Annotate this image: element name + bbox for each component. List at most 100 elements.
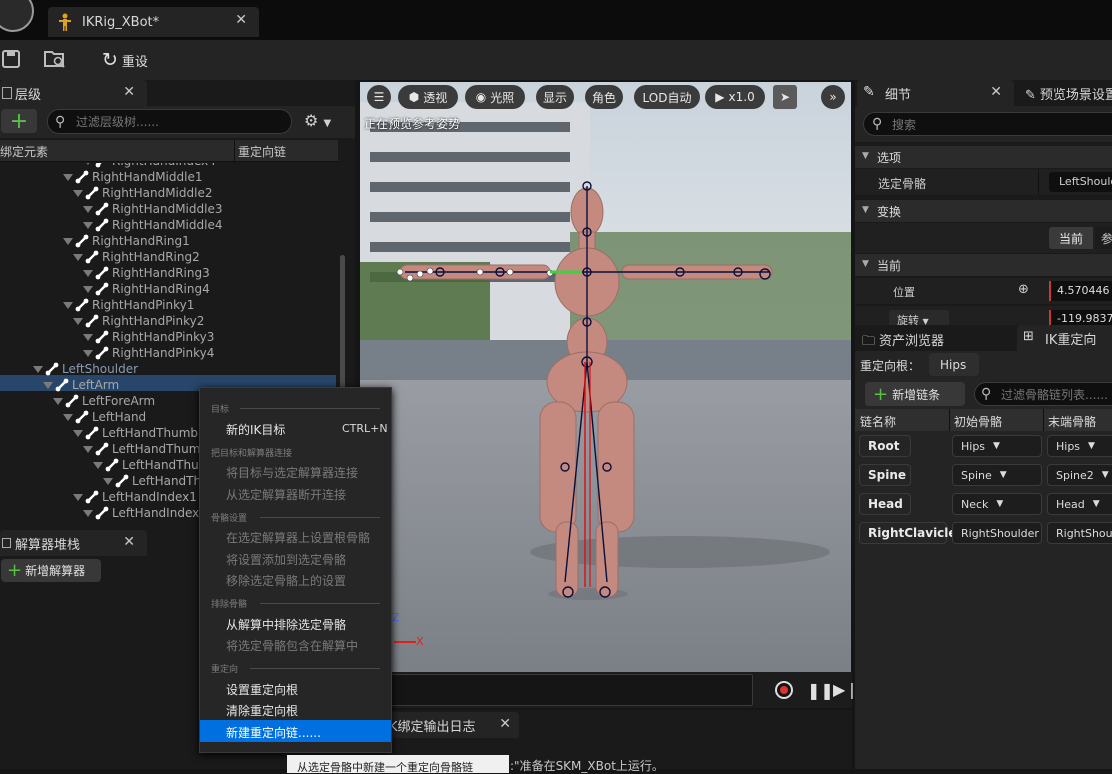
tree-row[interactable]: RightHandPinky3 (83, 329, 214, 345)
start-bone-dropdown[interactable]: Hips ▼ (952, 435, 1042, 457)
hierarchy-tab[interactable]: 层级 ✕ (0, 80, 147, 106)
add-solver-button[interactable]: + 新增解算器 (1, 559, 101, 582)
close-hierarchy-icon[interactable]: ✕ (123, 84, 135, 100)
current-section[interactable]: ▼ 当前 (855, 254, 1112, 276)
remove-settings-item[interactable]: 移除选定骨骼上的设置 (226, 572, 346, 589)
details-tab[interactable]: ✎ 细节 ✕ (857, 80, 1014, 106)
expand-arrow-icon[interactable] (83, 445, 93, 453)
set-root-bone-item[interactable]: 在选定解算器上设置根骨骼 (226, 529, 370, 546)
set-retarget-root-item[interactable]: 设置重定向根 (226, 681, 298, 698)
location-space-icon[interactable]: ⊕ (1018, 282, 1029, 297)
expand-arrow-icon[interactable] (43, 381, 53, 389)
viewport-expand-button[interactable]: » (821, 85, 845, 109)
options-section[interactable]: ▼ 选项 (855, 146, 1112, 168)
viewport-menu-button[interactable]: ☰ (367, 85, 391, 109)
unreal-logo-icon[interactable] (0, 0, 34, 32)
expand-arrow-icon[interactable] (73, 493, 83, 501)
perspective-button[interactable]: ⬢ 透视 (398, 85, 458, 109)
location-x-field[interactable]: 4.570446 (1049, 281, 1112, 301)
reference-mode-button[interactable]: 参考 (1095, 227, 1112, 249)
tree-row[interactable]: RightHandPinky1 (63, 297, 194, 313)
current-mode-button[interactable]: 当前 (1049, 227, 1093, 249)
start-bone-dropdown[interactable]: RightShoulder▼ (952, 522, 1042, 544)
tree-row[interactable]: LeftHandIndex2 (83, 505, 207, 521)
expand-arrow-icon[interactable] (83, 221, 93, 229)
tree-row[interactable]: RightHandRing1 (63, 233, 190, 249)
reset-button[interactable]: ↻ 重设 (102, 48, 148, 72)
chain-name-field[interactable]: RightClavicle (859, 522, 957, 544)
tree-row[interactable]: LeftForeArm (53, 393, 155, 409)
tree-row[interactable]: RightHandPinky4 (83, 345, 214, 361)
rotation-dropdown[interactable]: 旋转 ▼ (889, 310, 949, 325)
asset-tab[interactable]: IKRig_XBot* ✕ (48, 7, 259, 37)
expand-arrow-icon[interactable] (83, 349, 93, 357)
tree-row[interactable]: RightHandMiddle1 (63, 169, 202, 185)
hierarchy-search-input[interactable]: ⚲ 过滤层级树...... (47, 109, 292, 134)
expand-arrow-icon[interactable] (93, 461, 103, 469)
transform-section[interactable]: ▼ 变换 (855, 200, 1112, 222)
expand-arrow-icon[interactable] (63, 301, 73, 309)
expand-arrow-icon[interactable] (63, 173, 73, 181)
show-button[interactable]: 显示 (536, 85, 574, 109)
add-settings-item[interactable]: 将设置添加到选定骨骼 (226, 551, 346, 568)
chain-name-field[interactable]: Spine (859, 464, 911, 486)
new-ik-goal-item[interactable]: 新的IK目标 (226, 421, 285, 438)
chain-filter-input[interactable]: ⚲ 过滤骨骼链列表...... (974, 382, 1112, 406)
settings-gear-icon[interactable]: ⚙ ▼ (304, 111, 331, 130)
tree-row[interactable]: RightHandRing2 (73, 249, 200, 265)
expand-arrow-icon[interactable] (73, 189, 83, 197)
record-button[interactable] (775, 681, 793, 699)
browse-asset-icon[interactable] (44, 49, 66, 69)
end-bone-dropdown[interactable]: Head ▼ (1047, 493, 1112, 515)
tree-row[interactable]: LeftShoulder (33, 361, 138, 377)
chain-name-field[interactable]: Head (859, 493, 911, 515)
expand-arrow-icon[interactable] (83, 333, 93, 341)
tree-row[interactable]: LeftHandThumb1 (73, 425, 206, 441)
expand-arrow-icon[interactable] (63, 413, 73, 421)
tree-row[interactable]: RightHandMiddle2 (73, 185, 212, 201)
play-speed-button[interactable]: ▶ x1.0 (705, 85, 765, 109)
viewport[interactable]: ☰ ⬢ 透视 ◉ 光照 显示 角色 LOD自动 ▶ x1.0 ➤ » 正在预览参考姿势… (360, 82, 851, 672)
add-chain-button[interactable]: + 新增链条 (865, 382, 965, 406)
expand-arrow-icon[interactable] (83, 509, 93, 517)
lod-button[interactable]: LOD自动 (634, 85, 700, 109)
expand-arrow-icon[interactable] (73, 429, 83, 437)
close-output-log-icon[interactable]: ✕ (499, 716, 511, 732)
lit-button[interactable]: ◉ 光照 (465, 85, 525, 109)
new-retarget-chain-item[interactable]: 新建重定向链...... (200, 720, 391, 742)
expand-arrow-icon[interactable] (33, 365, 43, 373)
select-mode-button[interactable]: ➤ (773, 85, 797, 109)
tree-row[interactable]: RightHandPinky2 (73, 313, 204, 329)
ik-retarget-tab[interactable]: ⊞ IK重定向 (1017, 325, 1112, 351)
output-log-tab[interactable]: K绑定输出日志 ✕ (383, 712, 519, 738)
expand-arrow-icon[interactable] (83, 269, 93, 277)
tree-row[interactable]: RightHandRing4 (83, 281, 210, 297)
expand-arrow-icon[interactable] (83, 205, 93, 213)
chain-name-field[interactable]: Root (859, 435, 911, 457)
details-search-input[interactable]: ⚲ 搜索 (863, 112, 1112, 136)
expand-arrow-icon[interactable] (63, 237, 73, 245)
include-bone-item[interactable]: 将选定骨骼包含在解算中 (226, 637, 358, 654)
start-bone-dropdown[interactable]: Neck ▼ (952, 493, 1042, 515)
close-solver-icon[interactable]: ✕ (123, 534, 135, 550)
tree-row[interactable]: LeftHand (63, 409, 146, 425)
close-details-icon[interactable]: ✕ (990, 84, 1002, 100)
tree-row[interactable]: RightHandMiddle3 (83, 201, 222, 217)
selected-bone-field[interactable]: LeftShoulder (1049, 172, 1112, 192)
tree-row[interactable]: LeftHandThumb2 (83, 441, 216, 457)
close-tab-icon[interactable]: ✕ (235, 12, 247, 28)
expand-arrow-icon[interactable] (53, 397, 63, 405)
expand-arrow-icon[interactable] (103, 477, 113, 485)
retarget-root-value[interactable]: Hips (929, 353, 979, 376)
preview-settings-tab[interactable]: ✎ 预览场景设置 (1025, 84, 1112, 103)
expand-arrow-icon[interactable] (73, 253, 83, 261)
save-icon[interactable] (2, 50, 20, 68)
tree-row[interactable]: RightHandMiddle4 (83, 217, 222, 233)
tree-row[interactable]: LeftArm (43, 377, 119, 393)
end-bone-dropdown[interactable]: Hips ▼ (1047, 435, 1112, 457)
expand-arrow-icon[interactable] (73, 317, 83, 325)
solver-stack-tab[interactable]: 解算器堆栈 ✕ (0, 530, 147, 556)
start-bone-dropdown[interactable]: Spine ▼ (952, 464, 1042, 486)
pause-button[interactable]: ❚❚ (807, 681, 834, 700)
timeline-track[interactable] (355, 674, 753, 706)
